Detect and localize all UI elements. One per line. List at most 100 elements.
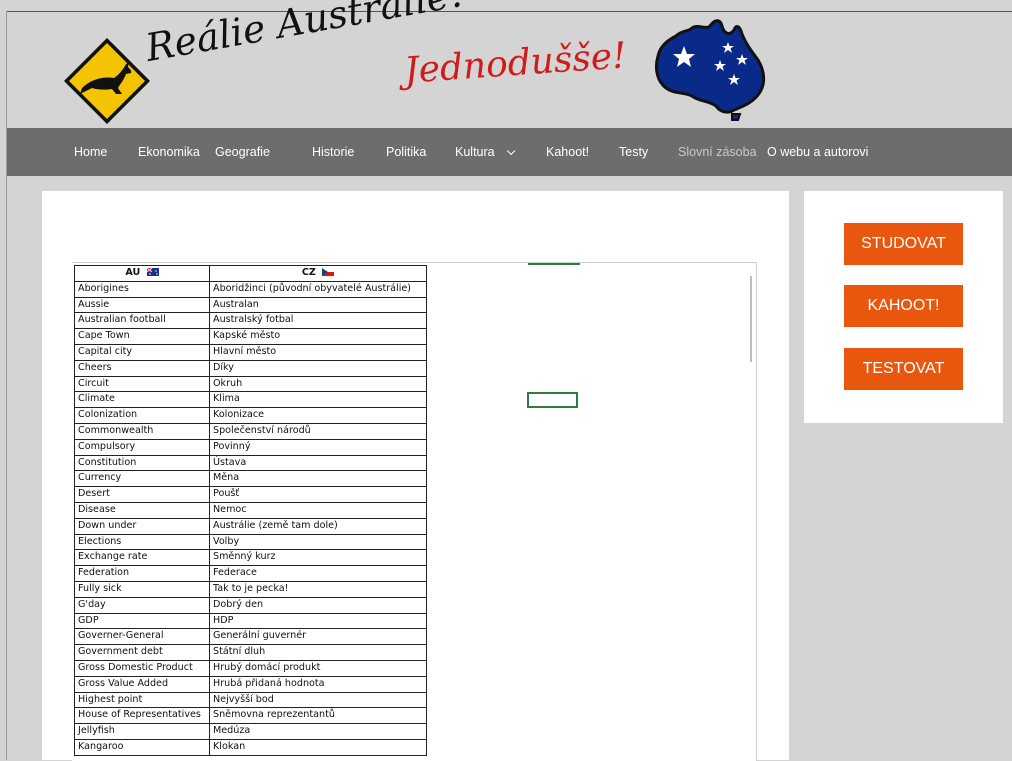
nav-ekonomika[interactable]: Ekonomika <box>138 128 200 176</box>
table-row: Compulsory Povinný <box>74 438 427 456</box>
table-header-row: AU CZ <box>74 265 427 282</box>
term-cz: Hrubá přidaná hodnota <box>209 675 427 693</box>
vocabulary-table: AU CZ Aborigines Aboridžinci (původní ob… <box>74 265 427 756</box>
term-cz: Klima <box>209 391 427 409</box>
term-cz: Poušť <box>209 486 427 503</box>
term-au: Federation <box>74 565 210 582</box>
table-row: Exchange rate Směnný kurz <box>74 549 427 567</box>
column-header-au-label: AU <box>125 267 141 278</box>
table-row: Circuit Okruh <box>74 375 427 393</box>
nav-kultura-label: Kultura <box>455 145 495 159</box>
term-au: Climate <box>74 391 210 409</box>
term-au: G'day <box>74 596 210 614</box>
column-header-cz-label: CZ <box>301 267 316 278</box>
term-cz: Dobrý den <box>209 596 427 614</box>
term-cz: Federace <box>209 565 427 582</box>
term-au: Exchange rate <box>74 549 210 567</box>
term-au: Governer-General <box>74 628 210 646</box>
term-au: Down under <box>74 517 210 535</box>
table-row: Cheers Díky <box>74 359 427 377</box>
testovat-button[interactable]: TESTOVAT <box>844 348 963 390</box>
czech-flag-icon <box>322 268 335 276</box>
term-cz: Aboridžinci (původní obyvatelé Austrálie… <box>209 280 427 298</box>
term-cz: Hlavní město <box>209 343 427 361</box>
term-au: Australian football <box>74 312 210 330</box>
term-au: Capital city <box>74 343 210 361</box>
nav-kultura[interactable]: Kultura <box>455 128 516 176</box>
table-row: Elections Volby <box>74 533 427 551</box>
table-row: Government debt Státní dluh <box>74 644 427 661</box>
vocabulary-table-body: Aborigines Aboridžinci (původní obyvatelé… <box>74 280 427 756</box>
nav-slovni-zasoba[interactable]: Slovní zásoba <box>678 128 757 176</box>
spreadsheet-scrollbar[interactable] <box>750 276 752 362</box>
table-row: Constitution Ústava <box>74 454 427 472</box>
term-cz: Státní dluh <box>209 644 427 661</box>
australia-map-icon <box>654 19 766 121</box>
table-row: G'day Dobrý den <box>74 596 427 614</box>
term-au: Disease <box>74 501 210 519</box>
table-row: Governer-General Generální guvernér <box>74 628 427 646</box>
table-row: Kangaroo Klokan <box>74 738 427 756</box>
term-au: Colonization <box>74 407 210 424</box>
nav-o-webu[interactable]: O webu a autorovi <box>767 128 868 176</box>
term-au: Gross Domestic Product <box>74 659 210 677</box>
term-cz: Generální guvernér <box>209 628 427 646</box>
table-row: Down under Austrálie (země tam dole) <box>74 517 427 535</box>
nav-geografie[interactable]: Geografie <box>215 128 270 176</box>
table-row: Capital city Hlavní město <box>74 343 427 361</box>
chevron-down-icon <box>506 146 516 156</box>
nav-historie[interactable]: Historie <box>312 128 354 176</box>
term-cz: Tak to je pecka! <box>209 580 427 598</box>
term-cz: Hrubý domácí produkt <box>209 659 427 677</box>
table-row: Desert Poušť <box>74 486 427 503</box>
term-au: Cheers <box>74 359 210 377</box>
term-au: Aussie <box>74 296 210 314</box>
studovat-button[interactable]: STUDOVAT <box>844 223 963 265</box>
nav-kahoot[interactable]: Kahoot! <box>546 128 589 176</box>
table-row: House of Representatives Sněmovna repreze… <box>74 707 427 725</box>
term-au: Compulsory <box>74 438 210 456</box>
term-au: Gross Value Added <box>74 675 210 693</box>
selected-cell[interactable] <box>527 392 578 408</box>
table-row: Disease Nemoc <box>74 501 427 519</box>
table-row: Currency Měna <box>74 470 427 488</box>
term-cz: Nemoc <box>209 501 427 519</box>
term-cz: Ústava <box>209 454 427 472</box>
term-au: Fully sick <box>74 580 210 598</box>
main-navigation: Home Ekonomika Geografie Historie Politi… <box>7 128 1012 176</box>
term-cz: Sněmovna reprezentantů <box>209 707 427 725</box>
term-au: Desert <box>74 486 210 503</box>
term-cz: Medúza <box>209 723 427 740</box>
nav-home[interactable]: Home <box>74 128 107 176</box>
kangaroo-sign-icon[interactable] <box>62 36 152 126</box>
nav-testy[interactable]: Testy <box>619 128 648 176</box>
term-au: Constitution <box>74 454 210 472</box>
term-cz: HDP <box>209 612 427 630</box>
term-au: Currency <box>74 470 210 488</box>
table-row: GDP HDP <box>74 612 427 630</box>
table-row: Colonization Kolonizace <box>74 407 427 424</box>
australia-flag-icon <box>146 268 159 276</box>
column-header-au: AU <box>74 265 210 282</box>
table-row: Cape Town Kapské město <box>74 328 427 345</box>
term-cz: Kapské město <box>209 328 427 345</box>
table-row: Gross Domestic Product Hrubý domácí produ… <box>74 659 427 677</box>
term-cz: Díky <box>209 359 427 377</box>
term-au: Aborigines <box>74 280 210 298</box>
nav-politika[interactable]: Politika <box>386 128 426 176</box>
term-au: Government debt <box>74 644 210 661</box>
kahoot-button[interactable]: KAHOOT! <box>844 285 963 327</box>
table-row: Jellyfish Medúza <box>74 723 427 740</box>
term-au: Jellyfish <box>74 723 210 740</box>
term-cz: Měna <box>209 470 427 488</box>
term-au: Cape Town <box>74 328 210 345</box>
table-row: Climate Klima <box>74 391 427 409</box>
table-row: Commonwealth Společenství národů <box>74 422 427 440</box>
term-au: Highest point <box>74 691 210 709</box>
table-row: Gross Value Added Hrubá přidaná hodnota <box>74 675 427 693</box>
table-row: Fully sick Tak to je pecka! <box>74 580 427 598</box>
term-au: GDP <box>74 612 210 630</box>
term-cz: Okruh <box>209 375 427 393</box>
term-au: Circuit <box>74 375 210 393</box>
sheet-tab-indicator <box>528 263 580 265</box>
